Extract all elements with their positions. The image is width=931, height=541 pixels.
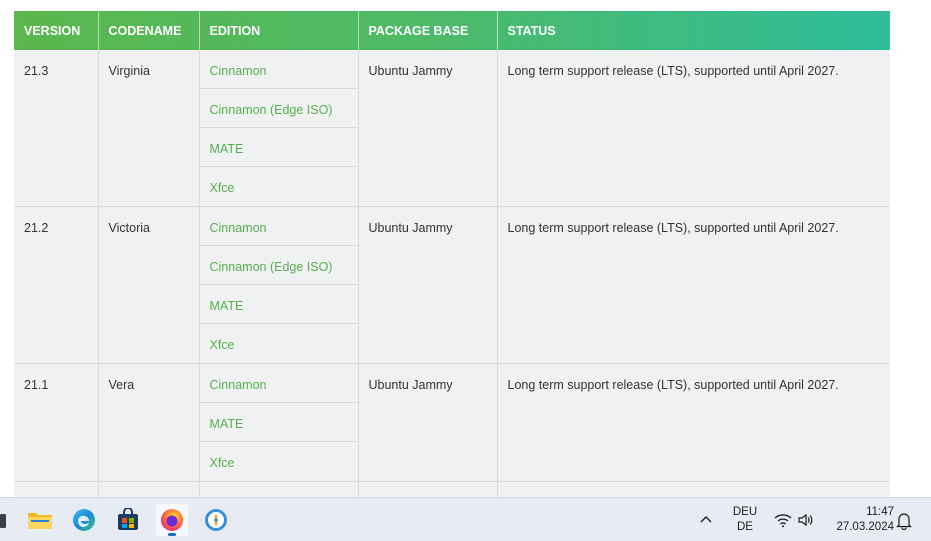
firefox-icon[interactable] <box>156 504 188 536</box>
language-line1: DEU <box>732 506 758 518</box>
store-icon[interactable] <box>112 504 144 536</box>
edition-link[interactable]: MATE <box>199 285 358 324</box>
version-cell: 21.1 <box>24 378 49 392</box>
package-base-cell: Ubuntu Jammy <box>368 64 453 78</box>
edition-link[interactable]: Xfce <box>200 442 358 481</box>
language-indicator[interactable]: DEU DE <box>727 505 763 535</box>
clock-time: 11:47 <box>866 506 894 518</box>
page: VERSION CODENAME EDITION PACKAGE BASE ST… <box>0 0 931 541</box>
codename-cell: Victoria <box>108 221 150 235</box>
table-header-row: VERSION CODENAME EDITION PACKAGE BASE ST… <box>14 11 890 50</box>
edition-link[interactable]: Xfce <box>200 167 358 206</box>
edition-link[interactable]: Cinnamon <box>199 207 358 246</box>
header-package-base: PACKAGE BASE <box>358 11 498 50</box>
truncated-app-icon[interactable] <box>0 514 6 528</box>
edge-browser-icon[interactable] <box>68 504 100 536</box>
notifications-bell-icon[interactable] <box>896 512 912 531</box>
codename-cell: Virginia <box>108 64 150 78</box>
wifi-icon[interactable] <box>774 512 792 528</box>
clock[interactable]: 11:47 27.03.2024 <box>824 505 894 535</box>
taskbar: DEU DE 11:47 27.03.2024 <box>0 497 931 541</box>
status-cell: Long term support release (LTS), support… <box>507 64 839 78</box>
edition-link[interactable]: MATE <box>199 403 358 442</box>
edition-link[interactable]: MATE <box>199 128 358 167</box>
file-explorer-icon[interactable] <box>24 504 56 536</box>
package-base-cell: Ubuntu Jammy <box>368 221 453 235</box>
edition-link[interactable]: Cinnamon (Edge ISO) <box>199 89 358 128</box>
volume-icon[interactable] <box>797 512 815 528</box>
codename-cell: Vera <box>108 378 135 392</box>
header-edition: EDITION <box>199 11 359 50</box>
table-row <box>14 481 890 497</box>
status-cell: Long term support release (LTS), support… <box>507 221 839 235</box>
table-row: 21.3 Virginia Cinnamon Cinnamon (Edge IS… <box>14 50 890 207</box>
status-cell: Long term support release (LTS), support… <box>507 378 839 392</box>
app-compass-icon[interactable] <box>200 504 232 536</box>
table-row: 21.2 Victoria Cinnamon Cinnamon (Edge IS… <box>14 206 890 364</box>
language-line2: DE <box>737 521 753 533</box>
package-base-cell: Ubuntu Jammy <box>368 378 453 392</box>
active-indicator <box>168 533 176 536</box>
edition-link[interactable]: Cinnamon (Edge ISO) <box>199 246 358 285</box>
edition-link[interactable]: Xfce <box>200 324 358 363</box>
edition-link[interactable]: Cinnamon <box>199 364 358 403</box>
release-table: VERSION CODENAME EDITION PACKAGE BASE ST… <box>14 11 890 497</box>
edition-link[interactable]: Cinnamon <box>199 50 358 89</box>
table-row: 21.1 Vera Cinnamon MATE Xfce Ubuntu Jamm… <box>14 363 890 482</box>
header-status: STATUS <box>507 23 556 38</box>
clock-date: 27.03.2024 <box>836 521 894 533</box>
header-codename: CODENAME <box>98 11 200 50</box>
version-cell: 21.3 <box>24 64 49 78</box>
header-version: VERSION <box>14 11 99 50</box>
show-hidden-icons-chevron-up-icon[interactable] <box>698 512 714 528</box>
release-table-container: VERSION CODENAME EDITION PACKAGE BASE ST… <box>14 11 890 497</box>
version-cell: 21.2 <box>24 221 49 235</box>
